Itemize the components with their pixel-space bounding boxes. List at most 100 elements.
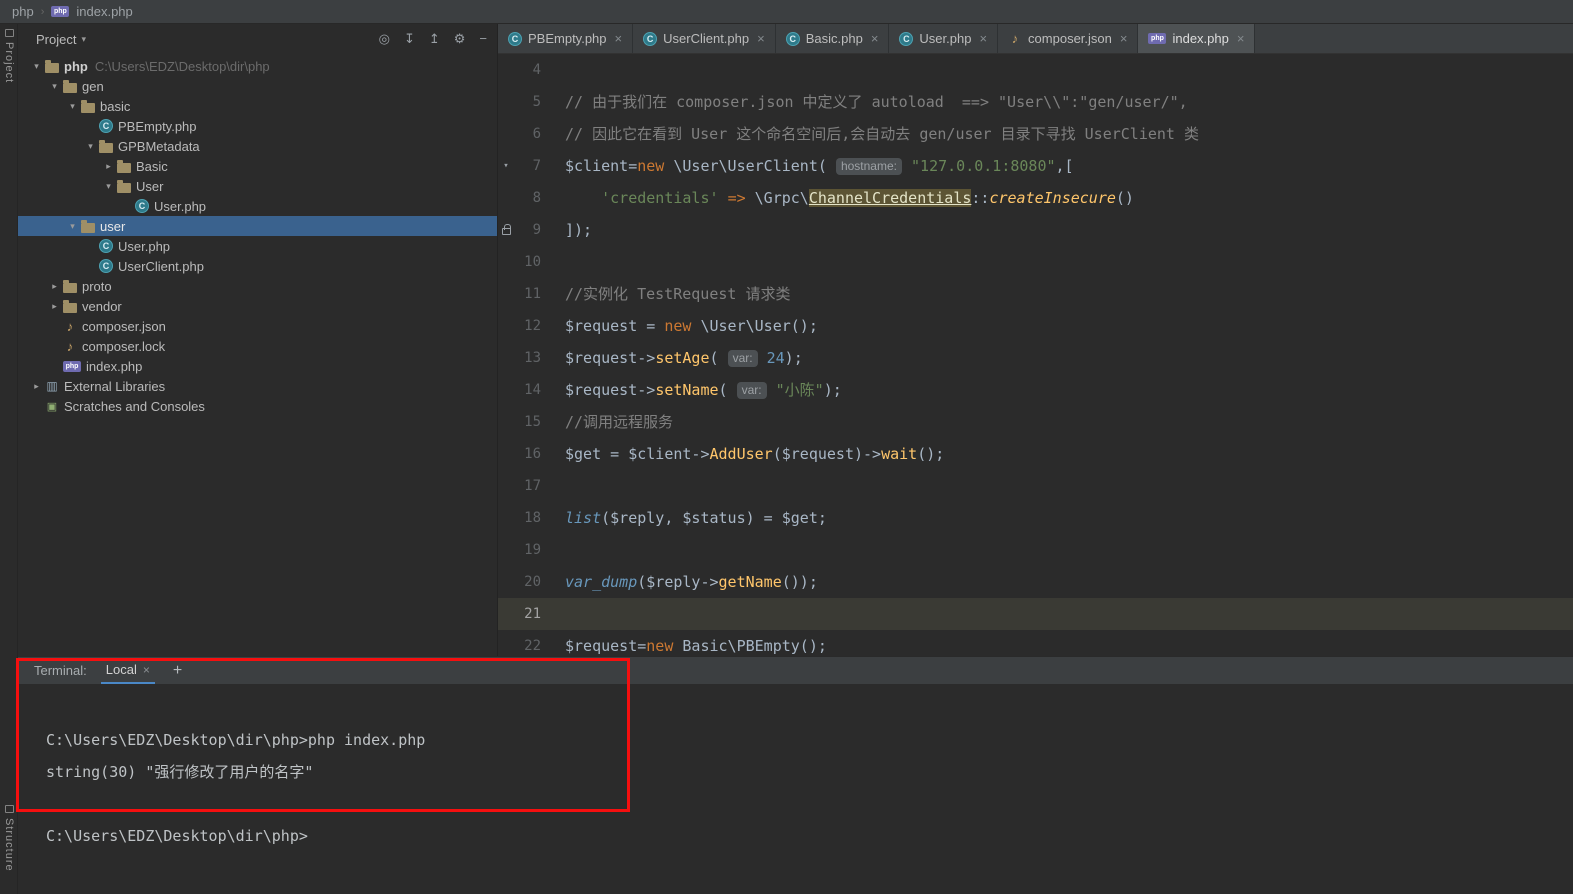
code-line[interactable]: 5 // 由于我们在 composer.json 中定义了 autoload ==… [498, 86, 1573, 118]
tree-item-composer-json[interactable]: ♪ composer.json [18, 316, 497, 336]
tree-item-vendor[interactable]: ▸ vendor [18, 296, 497, 316]
tree-toggle-icon[interactable]: ▾ [100, 181, 117, 192]
tree-item-scratches-and-consoles[interactable]: ▣ Scratches and Consoles [18, 396, 497, 416]
settings-icon[interactable]: ⚙ [454, 31, 466, 47]
line-number[interactable]: 16 [514, 438, 541, 470]
tree-item-gen[interactable]: ▾ gen [18, 76, 497, 96]
close-tab-icon[interactable]: × [615, 31, 623, 46]
close-icon[interactable]: × [143, 663, 150, 677]
code-line[interactable]: 19 [498, 534, 1573, 566]
line-number[interactable]: 14 [514, 374, 541, 406]
tree-item-user[interactable]: ▾ User [18, 176, 497, 196]
new-terminal-button[interactable]: + [173, 662, 182, 680]
code-line[interactable]: 11 //实例化 TestRequest 请求类 [498, 278, 1573, 310]
line-number[interactable]: 12 [514, 310, 541, 342]
tree-item-index-php[interactable]: php index.php [18, 356, 497, 376]
line-number[interactable]: 10 [514, 246, 541, 278]
breadcrumb-item[interactable]: index.php [76, 4, 132, 19]
project-view-selector[interactable]: Project ▾ [36, 32, 86, 47]
tree-item-userclient-php[interactable]: C UserClient.php [18, 256, 497, 276]
tree-item-pbempty-php[interactable]: C PBEmpty.php [18, 116, 497, 136]
close-tab-icon[interactable]: × [871, 31, 879, 46]
gutter-icon-cell [498, 182, 514, 214]
tree-item-basic[interactable]: ▾ basic [18, 96, 497, 116]
code-line[interactable]: 18 list($reply, $status) = $get; [498, 502, 1573, 534]
code-line[interactable]: 22 $request=new Basic\PBEmpty(); [498, 630, 1573, 656]
terminal-output[interactable]: C:\Users\EDZ\Desktop\dir\php>php index.p… [18, 684, 1573, 894]
line-number[interactable]: 6 [514, 118, 541, 150]
breadcrumb-item[interactable]: php [12, 4, 34, 19]
tree-item-user[interactable]: ▾ user [18, 216, 497, 236]
code-line[interactable]: 15 //调用远程服务 [498, 406, 1573, 438]
tree-toggle-icon[interactable]: ▾ [46, 81, 63, 92]
tree-item-user-php[interactable]: C User.php [18, 236, 497, 256]
line-number[interactable]: 19 [514, 534, 541, 566]
tree-item-php[interactable]: ▾ php C:\Users\EDZ\Desktop\dir\php [18, 56, 497, 76]
code-line[interactable]: 21 [498, 598, 1573, 630]
code-line[interactable]: 4 [498, 54, 1573, 86]
code-editor[interactable]: 4 5 // 由于我们在 composer.json 中定义了 autoload =… [498, 54, 1573, 656]
structure-stripe-button[interactable]: Structure [0, 805, 18, 872]
line-number[interactable]: 17 [514, 470, 541, 502]
tree-toggle-icon[interactable]: ▾ [64, 221, 81, 232]
tree-toggle-icon[interactable]: ▾ [64, 101, 81, 112]
editor-tab-index-php[interactable]: php index.php × [1138, 24, 1256, 53]
terminal-tab-local[interactable]: Local × [100, 657, 155, 684]
editor-tab-composer-json[interactable]: ♪ composer.json × [998, 24, 1139, 53]
line-number[interactable]: 8 [514, 182, 541, 214]
editor-tab-userclient-php[interactable]: C UserClient.php × [633, 24, 776, 53]
collapse-all-icon[interactable]: ↧ [404, 31, 415, 47]
fold-marker-icon[interactable]: ▾ [498, 150, 514, 182]
line-number[interactable]: 15 [514, 406, 541, 438]
tree-item-label: PBEmpty.php [118, 118, 197, 134]
code-line[interactable]: 9]); [498, 214, 1573, 246]
editor-tab-basic-php[interactable]: C Basic.php × [776, 24, 890, 53]
code-line[interactable]: ▾ 7 $client=new \User\UserClient( hostname… [498, 150, 1573, 182]
tree-toggle-icon[interactable]: ▸ [46, 281, 63, 292]
line-number[interactable]: 13 [514, 342, 541, 374]
project-stripe-button[interactable]: Project [0, 29, 18, 83]
line-number[interactable]: 5 [514, 86, 541, 118]
editor-tab-user-php[interactable]: C User.php × [889, 24, 999, 53]
line-number[interactable]: 21 [514, 598, 541, 630]
tree-toggle-icon[interactable]: ▸ [100, 161, 117, 172]
tree-item-user-php[interactable]: C User.php [18, 196, 497, 216]
line-number[interactable]: 4 [514, 54, 541, 86]
close-tab-icon[interactable]: × [1120, 31, 1128, 46]
project-tree[interactable]: ▾ php C:\Users\EDZ\Desktop\dir\php ▾ gen ▾ bas… [18, 54, 497, 416]
line-number[interactable]: 9 [514, 214, 541, 246]
expand-all-icon[interactable]: ↥ [429, 31, 440, 47]
tree-toggle-icon[interactable]: ▸ [46, 301, 63, 312]
tree-toggle-icon[interactable]: ▾ [28, 61, 45, 72]
line-number[interactable]: 22 [514, 630, 541, 656]
tree-item-external-libraries[interactable]: ▸ ▥ External Libraries [18, 376, 497, 396]
tree-item-gpbmetadata[interactable]: ▾ GPBMetadata [18, 136, 497, 156]
line-number[interactable]: 7 [514, 150, 541, 182]
tree-item-composer-lock[interactable]: ♪ composer.lock [18, 336, 497, 356]
line-number[interactable]: 20 [514, 566, 541, 598]
code-line[interactable]: 14 $request->setName( var: "小陈"); [498, 374, 1573, 406]
code-line[interactable]: 20 var_dump($reply->getName()); [498, 566, 1573, 598]
locate-icon[interactable]: ◎ [379, 31, 390, 47]
editor-tab-pbempty-php[interactable]: C PBEmpty.php × [498, 24, 634, 53]
close-tab-icon[interactable]: × [757, 31, 765, 46]
tree-item-proto[interactable]: ▸ proto [18, 276, 497, 296]
code-line[interactable]: 12 $request = new \User\User(); [498, 310, 1573, 342]
line-number[interactable]: 18 [514, 502, 541, 534]
close-tab-icon[interactable]: × [1237, 31, 1245, 46]
code-line[interactable]: 8 'credentials' => \Grpc\ChannelCredenti… [498, 182, 1573, 214]
breadcrumb: php › php index.php [12, 4, 133, 19]
code-line[interactable]: 17 [498, 470, 1573, 502]
tree-toggle-icon[interactable]: ▾ [82, 141, 99, 152]
line-number[interactable]: 11 [514, 278, 541, 310]
close-tab-icon[interactable]: × [979, 31, 987, 46]
code-line[interactable]: 10 [498, 246, 1573, 278]
code-line[interactable]: 13 $request->setAge( var: 24); [498, 342, 1573, 374]
gutter-icon-cell [498, 86, 514, 118]
tree-item-basic[interactable]: ▸ Basic [18, 156, 497, 176]
code-line[interactable]: 6 // 因此它在看到 User 这个命名空间后,会自动去 gen/user 目录… [498, 118, 1573, 150]
tree-item-label: User.php [118, 238, 171, 254]
hide-window-icon[interactable]: − [479, 31, 487, 47]
code-line[interactable]: 16 $get = $client->AddUser($request)->wai… [498, 438, 1573, 470]
tree-toggle-icon[interactable]: ▸ [28, 381, 45, 392]
